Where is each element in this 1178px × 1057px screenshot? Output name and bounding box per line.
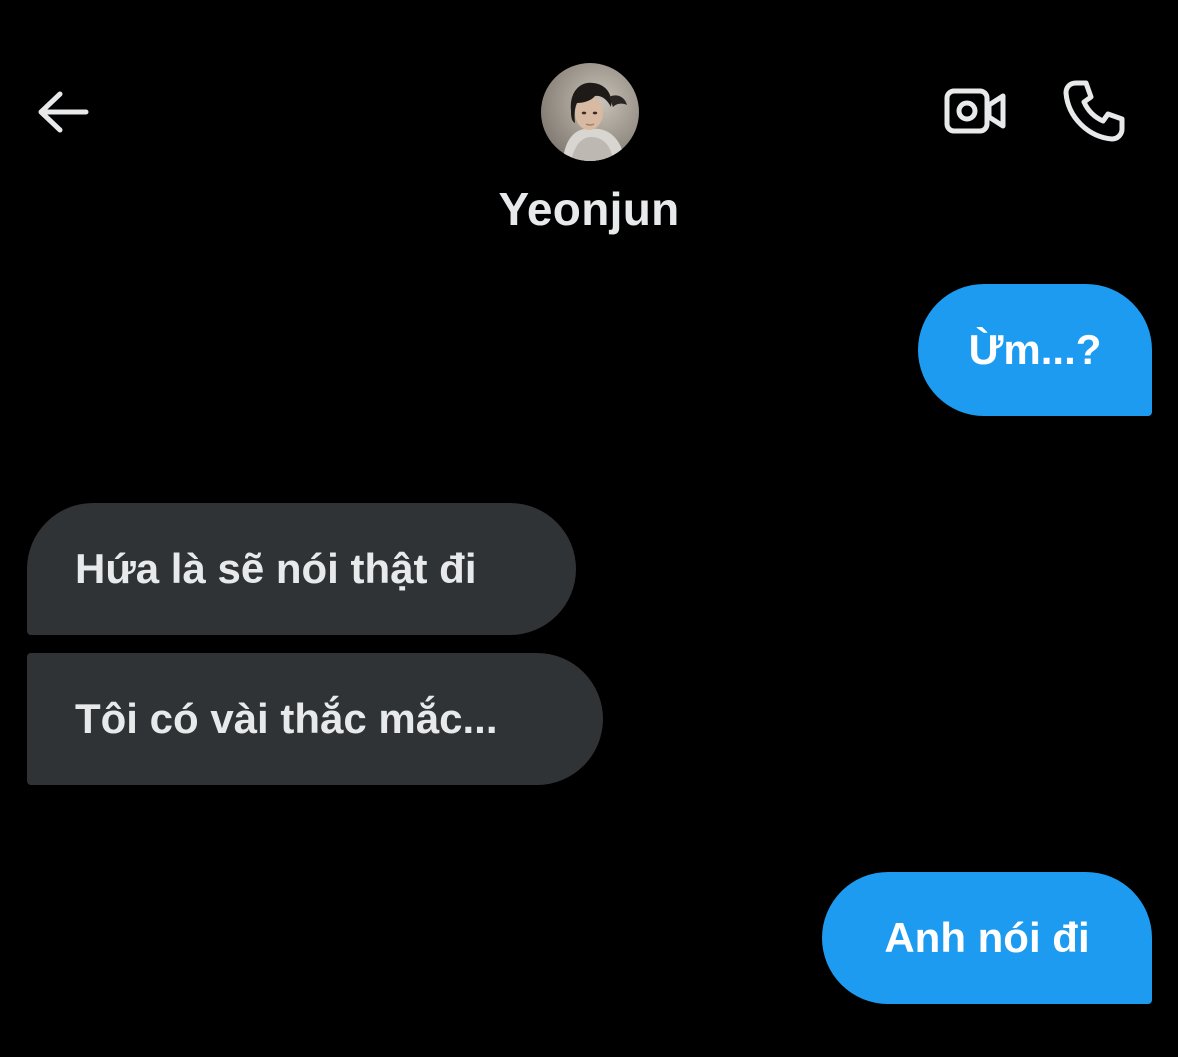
video-call-button[interactable] — [938, 76, 1012, 146]
avatar[interactable] — [541, 63, 639, 161]
phone-call-button[interactable] — [1056, 76, 1132, 146]
profile-photo — [541, 63, 639, 161]
video-camera-icon — [944, 88, 1006, 134]
contact-name[interactable]: Yeonjun — [0, 182, 1178, 236]
back-button[interactable] — [30, 80, 94, 144]
message-text: Hứa là sẽ nói thật đi — [75, 545, 477, 592]
message-text: Ừm...? — [968, 326, 1102, 373]
message-bubble-sent[interactable]: Ừm...? — [918, 284, 1152, 416]
message-bubble-received[interactable]: Hứa là sẽ nói thật đi — [27, 503, 576, 635]
message-text: Anh nói đi — [884, 914, 1090, 961]
phone-icon — [1063, 80, 1125, 142]
message-bubble-sent[interactable]: Anh nói đi — [822, 872, 1152, 1004]
arrow-left-icon — [38, 91, 89, 133]
message-text: Tôi có vài thắc mắc... — [75, 695, 498, 742]
message-bubble-received[interactable]: Tôi có vài thắc mắc... — [27, 653, 603, 785]
